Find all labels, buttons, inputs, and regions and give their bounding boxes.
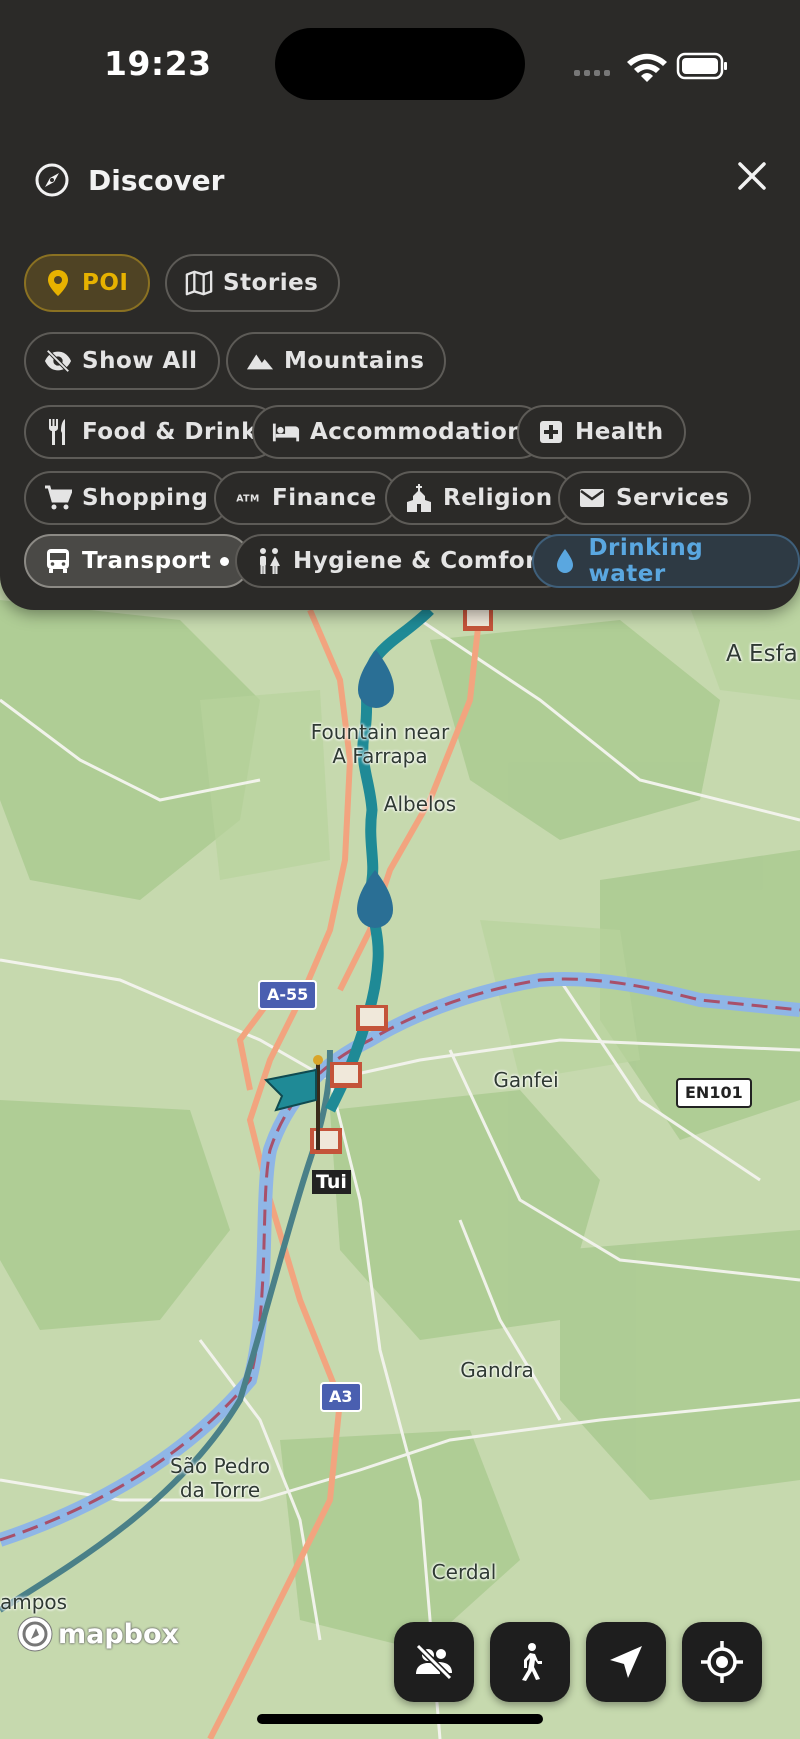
- chip-stories[interactable]: Stories: [165, 254, 341, 312]
- active-dot: [220, 556, 230, 566]
- bus-icon: [44, 547, 72, 575]
- panel-header: Discover: [34, 152, 224, 208]
- chip-religion-label: Religion: [443, 485, 553, 511]
- cart-icon: [44, 484, 72, 512]
- medical-cross-icon: [537, 418, 565, 446]
- atm-icon: ATM: [234, 484, 262, 512]
- chip-transport[interactable]: Transport: [24, 534, 252, 588]
- dynamic-island: [275, 28, 525, 100]
- mountain-icon: [246, 347, 274, 375]
- chip-hygiene-label: Hygiene & Comfort: [293, 548, 549, 574]
- pin-icon: [44, 269, 72, 297]
- mapbox-wordmark: mapbox: [58, 1618, 179, 1650]
- chip-stories-label: Stories: [223, 270, 319, 296]
- eye-off-icon: [44, 347, 72, 375]
- chip-shopping[interactable]: Shopping: [24, 471, 231, 525]
- compass-icon: [35, 163, 69, 197]
- cutlery-icon: [44, 418, 72, 446]
- status-time: 19:23: [104, 44, 212, 83]
- sao-pedro-line: São Pedro da Torre: [170, 1454, 270, 1502]
- restroom-icon: [255, 547, 283, 575]
- panel-title: Discover: [88, 163, 225, 197]
- road-shield-en101: EN101: [676, 1078, 752, 1108]
- map-label-albelos: Albelos: [383, 792, 457, 816]
- locate-icon: [701, 1641, 743, 1683]
- locate-me-button[interactable]: [682, 1622, 762, 1702]
- chip-health[interactable]: Health: [517, 405, 686, 459]
- chip-finance-label: Finance: [272, 485, 377, 511]
- navigate-arrow-icon: [610, 1646, 642, 1678]
- chip-services-label: Services: [616, 485, 730, 511]
- chip-shopping-label: Shopping: [82, 485, 209, 511]
- chip-health-label: Health: [575, 419, 664, 445]
- map-label-campos: ampos: [0, 1590, 68, 1614]
- chip-show-all[interactable]: Show All: [24, 332, 220, 390]
- chip-hygiene[interactable]: Hygiene & Comfort: [235, 534, 571, 588]
- map-label-sao-pedro: São Pedro da Torre: [155, 1454, 285, 1502]
- map-label-a-esfa: A Esfa: [726, 641, 798, 667]
- mapbox-logo-icon: [17, 1616, 53, 1652]
- chip-services[interactable]: Services: [558, 471, 752, 525]
- fountain-line: Fountain near A Farrapa: [310, 720, 450, 768]
- walk-mode-button[interactable]: [490, 1622, 570, 1702]
- map-label-fountain: Fountain near A Farrapa: [300, 720, 460, 768]
- map-label-ganfei: Ganfei: [493, 1068, 559, 1092]
- home-indicator[interactable]: [257, 1714, 543, 1724]
- chip-show-all-label: Show All: [82, 348, 198, 374]
- chip-accommodation-label: Accommodation: [310, 419, 525, 445]
- wifi-icon: [627, 53, 667, 82]
- map-label-cerdal: Cerdal: [431, 1560, 497, 1584]
- chip-food[interactable]: Food & Drink: [24, 405, 279, 459]
- chip-mountains[interactable]: Mountains: [226, 332, 447, 390]
- chip-religion[interactable]: Religion: [385, 471, 575, 525]
- chip-food-label: Food & Drink: [82, 419, 257, 445]
- hide-people-button[interactable]: [394, 1622, 474, 1702]
- close-icon[interactable]: [734, 158, 770, 194]
- chip-accommodation[interactable]: Accommodation: [252, 405, 547, 459]
- chip-transport-label: Transport: [82, 548, 212, 574]
- chip-poi-label: POI: [82, 270, 129, 296]
- water-drop-icon: [552, 547, 578, 575]
- bed-icon: [272, 418, 300, 446]
- walk-icon: [522, 1643, 542, 1681]
- chip-water-label: Drinking water: [588, 535, 704, 587]
- chip-drinking-water[interactable]: Drinking water: [532, 534, 800, 588]
- svg-text:ATM: ATM: [236, 494, 260, 505]
- map-label-tui: Tui: [312, 1170, 351, 1194]
- chip-poi[interactable]: POI: [24, 254, 151, 312]
- hide-people-icon: [415, 1643, 453, 1681]
- navigate-button[interactable]: [586, 1622, 666, 1702]
- map-book-icon: [185, 269, 213, 297]
- road-shield-a3: A3: [320, 1382, 362, 1412]
- signal-icon: [574, 70, 610, 76]
- road-shield-a55: A-55: [258, 980, 318, 1010]
- status-icons: [574, 52, 727, 82]
- mail-icon: [578, 484, 606, 512]
- discover-panel: 19:23 Discover POI Stories Show All Moun…: [0, 0, 800, 610]
- mapbox-logo[interactable]: mapbox: [16, 1614, 179, 1654]
- church-icon: [405, 484, 433, 512]
- chip-mountains-label: Mountains: [284, 348, 425, 374]
- battery-icon: [676, 52, 727, 80]
- map-label-gandra: Gandra: [460, 1358, 534, 1382]
- chip-finance[interactable]: ATM Finance: [214, 471, 399, 525]
